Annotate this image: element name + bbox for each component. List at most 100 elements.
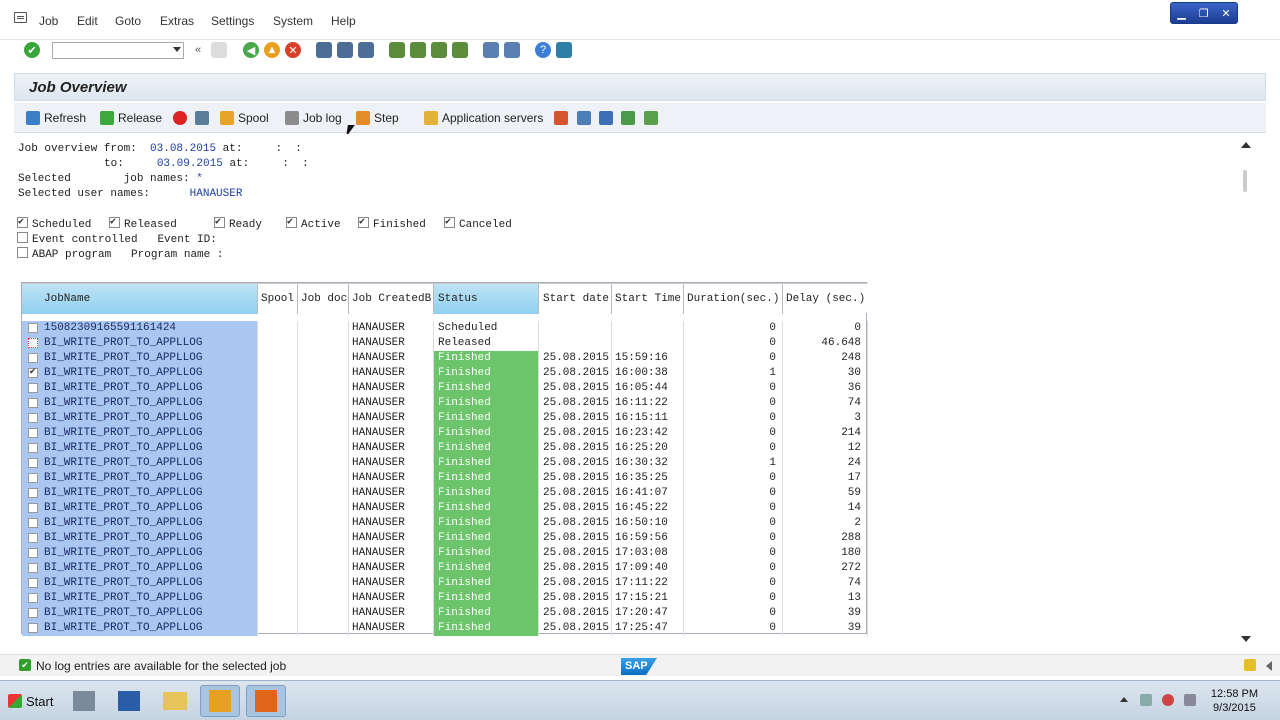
double-left-icon[interactable]: « bbox=[190, 42, 206, 58]
table-row[interactable]: BI_WRITE_PROT_TO_APPLLOG HANAUSER Finished… bbox=[22, 591, 868, 606]
table-row[interactable]: BI_WRITE_PROT_TO_APPLLOG HANAUSER Finished… bbox=[22, 621, 868, 636]
application-servers-button[interactable]: Application servers bbox=[424, 109, 543, 127]
alert-icon[interactable] bbox=[1162, 694, 1174, 706]
status-help-icon[interactable] bbox=[1244, 659, 1256, 671]
column-jobname[interactable]: JobName bbox=[22, 284, 258, 314]
taskbar-powershell[interactable] bbox=[109, 685, 149, 717]
previous-page-icon[interactable] bbox=[410, 42, 426, 58]
command-field[interactable] bbox=[52, 42, 184, 59]
window-menu-icon[interactable] bbox=[14, 12, 27, 23]
stop-button[interactable] bbox=[173, 109, 187, 127]
ready-checkbox[interactable] bbox=[214, 216, 225, 228]
release-button[interactable]: Release bbox=[100, 109, 162, 127]
row-select-checkbox[interactable] bbox=[28, 548, 38, 558]
row-select-checkbox[interactable] bbox=[28, 383, 38, 393]
cancel-icon[interactable]: ✕ bbox=[285, 42, 301, 58]
refresh-button[interactable]: Refresh bbox=[26, 109, 86, 127]
grid-button[interactable] bbox=[577, 109, 591, 127]
table-row[interactable]: BI_WRITE_PROT_TO_APPLLOG HANAUSER Finished… bbox=[22, 561, 868, 576]
display-icon[interactable] bbox=[1184, 694, 1196, 706]
column-created-by[interactable]: Job CreatedB bbox=[349, 284, 434, 314]
layout-icon[interactable] bbox=[556, 42, 572, 58]
filter-active[interactable]: Active bbox=[286, 216, 341, 231]
row-select-checkbox[interactable] bbox=[28, 338, 38, 348]
next-page-icon[interactable] bbox=[431, 42, 447, 58]
table-row[interactable]: BI_WRITE_PROT_TO_APPLLOG HANAUSER Finished… bbox=[22, 486, 868, 501]
menu-goto[interactable]: Goto bbox=[115, 14, 141, 28]
table-row[interactable]: BI_WRITE_PROT_TO_APPLLOG HANAUSER Finished… bbox=[22, 396, 868, 411]
menu-extras[interactable]: Extras bbox=[160, 14, 194, 28]
menu-help[interactable]: Help bbox=[331, 14, 356, 28]
row-select-checkbox[interactable] bbox=[28, 518, 38, 528]
row-select-checkbox[interactable] bbox=[28, 473, 38, 483]
taskbar-sap-gui[interactable] bbox=[246, 685, 286, 717]
close-icon[interactable]: ✕ bbox=[1221, 7, 1230, 20]
row-select-checkbox[interactable] bbox=[28, 488, 38, 498]
column-spool[interactable]: Spool bbox=[258, 284, 298, 314]
scheduled-checkbox[interactable] bbox=[17, 216, 28, 228]
delete-button[interactable] bbox=[195, 109, 209, 127]
exit-icon[interactable]: ▲ bbox=[264, 42, 280, 58]
job-log-button[interactable]: Job log bbox=[285, 109, 342, 127]
help-icon[interactable]: ? bbox=[535, 42, 551, 58]
row-select-checkbox[interactable] bbox=[28, 458, 38, 468]
table-row[interactable]: BI_WRITE_PROT_TO_APPLLOG HANAUSER Finished… bbox=[22, 381, 868, 396]
find-next-icon[interactable] bbox=[358, 42, 374, 58]
table-row[interactable]: BI_WRITE_PROT_TO_APPLLOG HANAUSER Finished… bbox=[22, 426, 868, 441]
row-select-checkbox[interactable] bbox=[28, 593, 38, 603]
sort-button[interactable] bbox=[621, 109, 635, 127]
last-page-icon[interactable] bbox=[452, 42, 468, 58]
start-button[interactable]: Start bbox=[2, 687, 58, 715]
taskbar-sap-logon[interactable] bbox=[200, 685, 240, 717]
row-select-checkbox[interactable] bbox=[28, 623, 38, 633]
step-button[interactable]: Step bbox=[356, 109, 399, 127]
scroll-down-icon[interactable] bbox=[1241, 636, 1251, 642]
column-job-doc[interactable]: Job doc bbox=[298, 284, 349, 314]
enter-icon[interactable]: ✔ bbox=[24, 42, 40, 58]
spool-button[interactable]: Spool bbox=[220, 109, 269, 127]
row-select-checkbox[interactable] bbox=[28, 413, 38, 423]
filter-finished[interactable]: Finished bbox=[358, 216, 426, 231]
filter-released[interactable]: Released bbox=[109, 216, 177, 231]
abap-program-checkbox[interactable] bbox=[17, 247, 28, 258]
taskbar-explorer[interactable] bbox=[155, 685, 195, 717]
network-icon[interactable] bbox=[1140, 694, 1152, 706]
canceled-checkbox[interactable] bbox=[444, 216, 455, 228]
row-select-checkbox[interactable] bbox=[28, 398, 38, 408]
row-select-checkbox[interactable] bbox=[28, 428, 38, 438]
back-icon[interactable]: ◀ bbox=[243, 42, 259, 58]
table-row[interactable]: BI_WRITE_PROT_TO_APPLLOG HANAUSER Finished… bbox=[22, 471, 868, 486]
restore-icon[interactable]: ❐ bbox=[1199, 7, 1209, 20]
table-row[interactable]: BI_WRITE_PROT_TO_APPLLOG HANAUSER Finished… bbox=[22, 351, 868, 366]
row-select-checkbox[interactable] bbox=[28, 578, 38, 588]
row-select-checkbox[interactable] bbox=[28, 503, 38, 513]
row-select-checkbox[interactable] bbox=[28, 323, 38, 333]
table-row[interactable]: BI_WRITE_PROT_TO_APPLLOG HANAUSER Finished… bbox=[22, 606, 868, 621]
table-row[interactable]: BI_WRITE_PROT_TO_APPLLOG HANAUSER Finished… bbox=[22, 501, 868, 516]
table-row[interactable]: 15082309165591161424 HANAUSER Scheduled 0 0 bbox=[22, 321, 868, 336]
table-row[interactable]: BI_WRITE_PROT_TO_APPLLOG HANAUSER Finished… bbox=[22, 516, 868, 531]
vertical-scrollbar[interactable] bbox=[1238, 138, 1254, 646]
table-row[interactable]: BI_WRITE_PROT_TO_APPLLOG HANAUSER Finished… bbox=[22, 531, 868, 546]
column-status[interactable]: Status bbox=[434, 284, 539, 314]
shortcut-icon[interactable] bbox=[504, 42, 520, 58]
row-select-checkbox[interactable] bbox=[28, 443, 38, 453]
event-controlled-checkbox[interactable] bbox=[17, 232, 28, 243]
table-row[interactable]: BI_WRITE_PROT_TO_APPLLOG HANAUSER Finished… bbox=[22, 546, 868, 561]
column-start-time[interactable]: Start Time bbox=[612, 284, 684, 314]
row-select-checkbox[interactable] bbox=[28, 533, 38, 543]
menu-job[interactable]: Job bbox=[39, 14, 58, 28]
filter-ready[interactable]: Ready bbox=[214, 216, 262, 231]
column-start-date[interactable]: Start date bbox=[539, 284, 612, 314]
table-row[interactable]: BI_WRITE_PROT_TO_APPLLOG HANAUSER Finished… bbox=[22, 456, 868, 471]
filter-scheduled[interactable]: Scheduled bbox=[17, 216, 91, 231]
column-duration[interactable]: Duration(sec.) bbox=[684, 284, 783, 314]
find-icon[interactable] bbox=[337, 42, 353, 58]
menu-settings[interactable]: Settings bbox=[211, 14, 254, 28]
scroll-thumb[interactable] bbox=[1243, 170, 1247, 192]
table-row[interactable]: BI_WRITE_PROT_TO_APPLLOG HANAUSER Released… bbox=[22, 336, 868, 351]
finished-checkbox[interactable] bbox=[358, 216, 369, 228]
filter-button[interactable] bbox=[599, 109, 613, 127]
table-row[interactable]: BI_WRITE_PROT_TO_APPLLOG HANAUSER Finished… bbox=[22, 576, 868, 591]
chevron-down-icon[interactable] bbox=[173, 47, 181, 52]
